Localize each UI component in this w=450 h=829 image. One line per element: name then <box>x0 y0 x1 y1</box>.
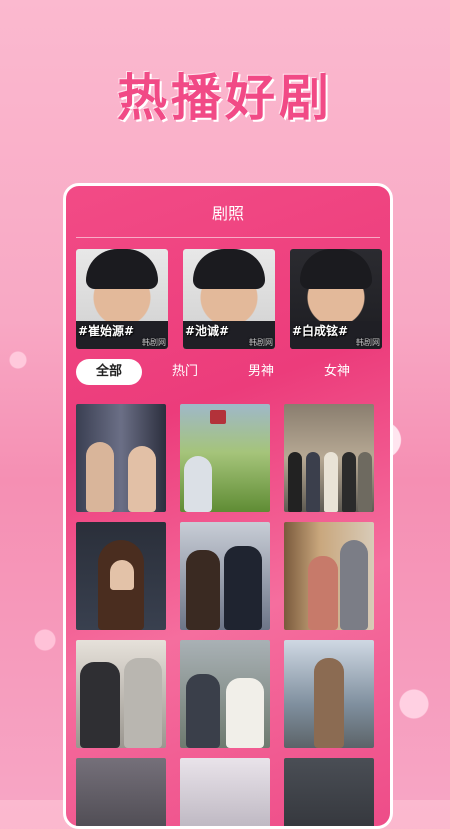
actor-name: #池诚# <box>185 324 230 338</box>
page-hero-title: 热播好剧 <box>117 68 333 127</box>
still-photo[interactable] <box>76 640 166 748</box>
figure <box>210 410 226 424</box>
still-photo[interactable] <box>180 522 270 630</box>
figure <box>358 452 372 512</box>
still-photo[interactable] <box>76 522 166 630</box>
tab-male-gods[interactable]: 男神 <box>228 359 294 385</box>
figure <box>340 540 368 630</box>
actor-card-3[interactable]: #白成铉# 韩剧网 <box>290 249 382 349</box>
figure <box>324 452 338 512</box>
still-photo[interactable] <box>180 404 270 512</box>
tab-hot[interactable]: 热门 <box>152 359 218 385</box>
still-photo[interactable] <box>284 758 374 826</box>
tab-all[interactable]: 全部 <box>76 359 142 385</box>
category-tabs: 全部 热门 男神 女神 <box>66 349 390 385</box>
card-title: 剧照 <box>76 186 380 238</box>
still-photo[interactable] <box>76 404 166 512</box>
actor-hair <box>300 249 372 289</box>
figure <box>314 658 344 748</box>
figure <box>288 452 302 512</box>
still-photo[interactable] <box>76 758 166 826</box>
figure <box>184 456 212 512</box>
figure <box>128 446 156 512</box>
watermark: 韩剧网 <box>356 338 380 347</box>
actor-hair <box>86 249 158 289</box>
figure <box>224 546 262 630</box>
still-photo[interactable] <box>180 640 270 748</box>
figure <box>342 452 356 512</box>
actor-name: #白成铉# <box>292 324 349 338</box>
watermark: 韩剧网 <box>249 338 273 347</box>
figure <box>308 556 338 630</box>
figure <box>86 442 114 512</box>
tab-female-gods[interactable]: 女神 <box>304 359 370 385</box>
figure <box>186 674 220 748</box>
figure <box>306 452 320 512</box>
still-photo[interactable] <box>180 758 270 826</box>
actor-card-2[interactable]: #池诚# 韩剧网 <box>183 249 275 349</box>
stills-card: 剧照 #崔始源# 韩剧网 #池诚# 韩剧网 #白成铉# 韩剧网 全部 热门 男神… <box>63 183 393 829</box>
figure <box>226 678 264 748</box>
watermark: 韩剧网 <box>142 338 166 347</box>
actor-card-1[interactable]: #崔始源# 韩剧网 <box>76 249 168 349</box>
actor-row: #崔始源# 韩剧网 #池诚# 韩剧网 #白成铉# 韩剧网 <box>66 238 390 349</box>
figure <box>80 662 120 748</box>
figure <box>186 550 220 630</box>
actor-name: #崔始源# <box>78 324 135 338</box>
figure <box>110 560 134 590</box>
still-photo[interactable] <box>284 640 374 748</box>
still-photo[interactable] <box>284 522 374 630</box>
figure <box>124 658 162 748</box>
still-photo[interactable] <box>284 404 374 512</box>
photo-grid <box>76 404 376 826</box>
actor-hair <box>193 249 265 289</box>
